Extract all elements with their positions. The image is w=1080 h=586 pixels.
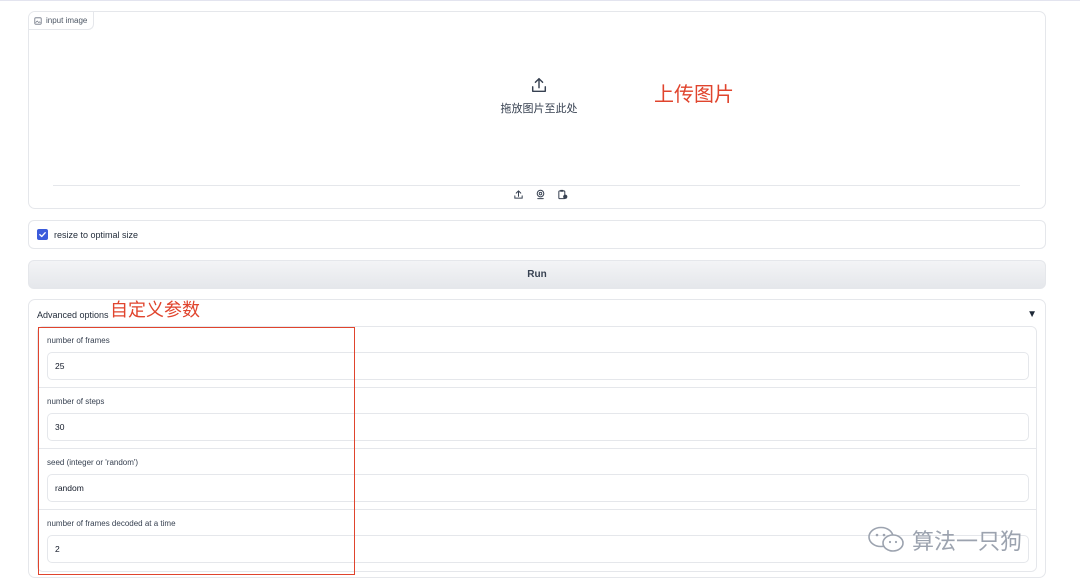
source-webcam-button[interactable]: [533, 187, 547, 201]
drop-zone-text: 拖放图片至此处: [500, 102, 578, 115]
top-divider: [0, 0, 1080, 1]
params-annotation: 自定义参数: [110, 300, 200, 321]
field-label: number of frames: [47, 336, 110, 345]
image-icon: [34, 16, 42, 25]
source-upload-button[interactable]: [511, 187, 525, 201]
image-upload-panel: input image 拖放图片至此处: [28, 11, 1046, 209]
field-label: number of frames decoded at a time: [47, 519, 176, 528]
checkmark-icon: [39, 232, 46, 238]
caret-down-icon: ▼: [1027, 309, 1037, 320]
field-number-of-frames: number of frames 25: [38, 327, 1036, 388]
field-label: seed (integer or 'random'): [47, 458, 139, 467]
number-of-frames-input[interactable]: 25: [47, 352, 1029, 380]
resize-checkbox-label[interactable]: resize to optimal size: [54, 230, 138, 240]
watermark-text: 算法一只狗: [912, 530, 1023, 555]
field-seed: seed (integer or 'random') random: [38, 449, 1036, 510]
advanced-options-title: Advanced options: [37, 309, 109, 320]
number-of-steps-input[interactable]: 30: [47, 413, 1029, 441]
field-number-of-steps: number of steps 30: [38, 388, 1036, 449]
upload-annotation: 上传图片: [654, 82, 734, 106]
source-selector: [511, 187, 569, 201]
seed-input[interactable]: random: [47, 474, 1029, 502]
webcam-icon: [536, 189, 544, 199]
watermark: 算法一只狗: [866, 524, 1022, 556]
resize-checkbox[interactable]: [37, 229, 48, 240]
upload-icon: [513, 189, 523, 199]
wechat-icon: [868, 526, 904, 552]
run-button[interactable]: Run: [28, 260, 1046, 289]
input-image-label: input image: [29, 12, 95, 30]
clipboard-icon: [557, 189, 567, 199]
source-clipboard-button[interactable]: [555, 187, 569, 201]
upload-icon: [531, 77, 547, 93]
resize-option: resize to optimal size: [28, 220, 1046, 249]
source-divider: [53, 185, 1020, 186]
field-label: number of steps: [47, 397, 105, 406]
image-drop-zone[interactable]: 拖放图片至此处: [469, 76, 609, 120]
input-image-label-text: input image: [46, 16, 88, 25]
